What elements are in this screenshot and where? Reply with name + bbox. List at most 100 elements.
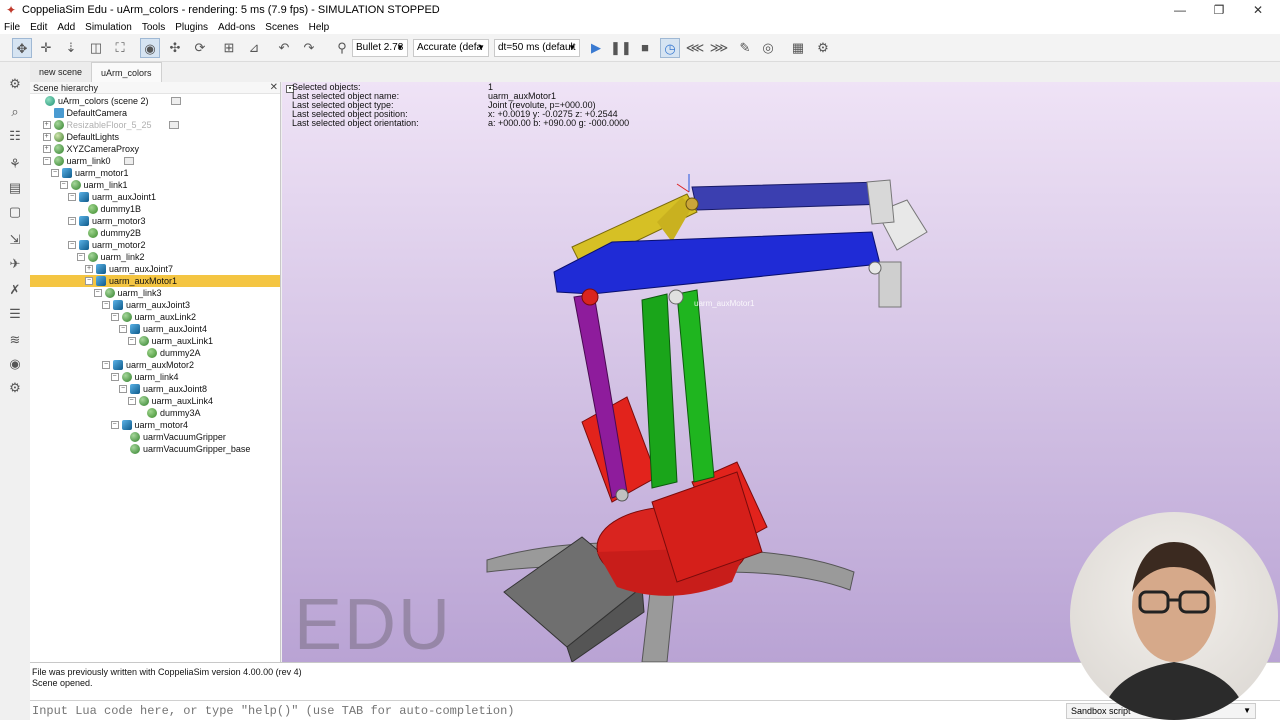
hierarchy-row[interactable]: uarmVacuumGripper (30, 431, 280, 443)
hierarchy-row[interactable]: − uarm_auxLink4 (30, 395, 280, 407)
collapse-icon[interactable]: − (102, 301, 110, 309)
collapse-icon[interactable]: − (85, 277, 93, 285)
hierarchy-row[interactable]: + ResizableFloor_5_25 (30, 119, 280, 131)
view-selector-icon[interactable]: ◉ (5, 354, 25, 374)
minimize-button[interactable]: — (1160, 0, 1200, 20)
camera-angle-icon[interactable]: ◫ (86, 38, 106, 58)
hierarchy-row[interactable]: − uarm_link1 (30, 179, 280, 191)
stop-icon[interactable]: ■ (635, 38, 655, 58)
timestep-select[interactable]: dt=50 ms (default ▼ (494, 39, 580, 57)
hierarchy-row[interactable]: − uarm_motor2 (30, 239, 280, 251)
hierarchy-row[interactable]: − uarm_motor3 (30, 215, 280, 227)
hierarchy-row[interactable]: − uarm_motor1 (30, 167, 280, 179)
expand-icon[interactable]: + (85, 265, 93, 273)
hierarchy-row[interactable]: uarmVacuumGripper_base (30, 443, 280, 455)
calculation-modules-icon[interactable]: ⚙ (813, 38, 833, 58)
hierarchy-row[interactable]: dummy3A (30, 407, 280, 419)
scripts-icon[interactable]: ✈ (5, 254, 25, 274)
scene-object-properties-icon[interactable]: ▦ (788, 38, 808, 58)
collapse-icon[interactable]: − (68, 193, 76, 201)
assemble-icon[interactable]: ⊞ (219, 38, 239, 58)
hierarchy-row[interactable]: − uarm_link3 (30, 287, 280, 299)
hierarchy-row[interactable]: uArm_colors (scene 2) (30, 95, 280, 107)
tab-uarm-colors[interactable]: uArm_colors (91, 62, 162, 82)
collapse-icon[interactable]: − (119, 325, 127, 333)
physics-engine-select[interactable]: Bullet 2.78 ▼ (352, 39, 408, 57)
hierarchy-row[interactable]: dummy1B (30, 203, 280, 215)
hierarchy-row[interactable]: − uarm_auxMotor2 (30, 359, 280, 371)
redo-icon[interactable]: ↷ (299, 38, 319, 58)
hierarchy-row[interactable]: dummy2B (30, 227, 280, 239)
slower-icon[interactable]: ⋘ (685, 38, 705, 58)
selection-icon[interactable]: ≋ (5, 330, 25, 350)
collapse-icon[interactable]: − (68, 217, 76, 225)
hierarchy-row[interactable]: − uarm_link0 (30, 155, 280, 167)
restore-button[interactable]: ❐ (1199, 0, 1239, 20)
calculation-icon[interactable]: ▢ (5, 202, 25, 222)
collapse-icon[interactable]: − (93, 289, 102, 297)
hierarchy-row[interactable]: + uarm_auxJoint7 (30, 263, 280, 275)
object-shift-icon[interactable]: ✣ (165, 38, 185, 58)
collections-icon[interactable]: ⇲ (5, 230, 25, 250)
model-browser-icon[interactable]: ⌕ (5, 102, 25, 122)
hierarchy-row[interactable]: − uarm_auxJoint3 (30, 299, 280, 311)
accuracy-select[interactable]: Accurate (defa ▼ (413, 39, 489, 57)
hierarchy-row[interactable]: − uarm_link2 (30, 251, 280, 263)
lua-command-input[interactable] (30, 703, 1060, 719)
hierarchy-row[interactable]: − uarm_auxJoint8 (30, 383, 280, 395)
shape-edit-icon[interactable]: ✗ (5, 280, 25, 300)
menu-addons[interactable]: Add-ons (218, 22, 255, 33)
play-icon[interactable]: ▶ (586, 38, 606, 58)
hierarchy-row[interactable]: − uarm_auxMotor1 (30, 275, 280, 287)
hierarchy-row[interactable]: − uarm_auxLink1 (30, 335, 280, 347)
expand-icon[interactable]: + (42, 133, 51, 141)
hierarchy-row[interactable]: + XYZCameraProxy (30, 143, 280, 155)
tab-new-scene[interactable]: new scene (30, 62, 92, 82)
collapse-icon[interactable]: − (59, 181, 68, 189)
hierarchy-row[interactable]: − uarm_link4 (30, 371, 280, 383)
expand-icon[interactable]: + (42, 145, 51, 153)
menu-edit[interactable]: Edit (30, 22, 47, 33)
pause-icon[interactable]: ❚❚ (610, 38, 632, 58)
settings-icon[interactable]: ⚙ (5, 74, 25, 94)
expand-icon[interactable]: + (42, 121, 51, 129)
fit-to-view-icon[interactable]: ⛶ (110, 38, 130, 58)
menu-file[interactable]: File (4, 22, 20, 33)
layers-icon[interactable]: ⚘ (5, 154, 25, 174)
hierarchy-row[interactable]: − uarm_auxLink2 (30, 311, 280, 323)
hierarchy-row[interactable]: + DefaultLights (30, 131, 280, 143)
menu-scenes[interactable]: Scenes (265, 22, 298, 33)
collapse-icon[interactable]: − (110, 373, 119, 381)
collapse-icon[interactable]: − (110, 421, 119, 429)
hierarchy-row[interactable]: − uarm_auxJoint4 (30, 323, 280, 335)
faster-icon[interactable]: ⋙ (709, 38, 729, 58)
collapse-icon[interactable]: − (76, 253, 85, 261)
collapse-icon[interactable]: − (127, 397, 136, 405)
camera-pan-icon[interactable]: ✥ (12, 38, 32, 58)
menu-add[interactable]: Add (57, 22, 75, 33)
undo-icon[interactable]: ↶ (274, 38, 294, 58)
click-select-icon[interactable]: ◉ (140, 38, 160, 58)
hierarchy-row[interactable]: DefaultCamera (30, 107, 280, 119)
collapse-icon[interactable]: − (119, 385, 127, 393)
menu-plugins[interactable]: Plugins (175, 22, 208, 33)
path-edit-icon[interactable]: ☰ (5, 304, 25, 324)
menu-simulation[interactable]: Simulation (85, 22, 132, 33)
threaded-rendering-icon[interactable]: ✎ (735, 38, 755, 58)
collapse-icon[interactable]: − (127, 337, 136, 345)
page-selector-icon[interactable]: ⚙ (5, 378, 25, 398)
camera-shift-icon[interactable]: ⇣ (61, 38, 81, 58)
realtime-icon[interactable]: ◷ (660, 38, 680, 58)
collapse-icon[interactable]: − (42, 157, 51, 165)
scene-hierarchy-icon[interactable]: ☷ (5, 126, 25, 146)
camera-rotate-icon[interactable]: ✛ (36, 38, 56, 58)
hierarchy-row[interactable]: dummy2A (30, 347, 280, 359)
menu-help[interactable]: Help (309, 22, 330, 33)
close-icon[interactable]: ✕ (270, 82, 278, 94)
object-rotate-icon[interactable]: ⟳ (190, 38, 210, 58)
collapse-icon[interactable]: − (68, 241, 76, 249)
transfer-dna-icon[interactable]: ⊿ (244, 38, 264, 58)
menu-tools[interactable]: Tools (142, 22, 165, 33)
hierarchy-row[interactable]: − uarm_motor4 (30, 419, 280, 431)
collapse-icon[interactable]: − (51, 169, 59, 177)
